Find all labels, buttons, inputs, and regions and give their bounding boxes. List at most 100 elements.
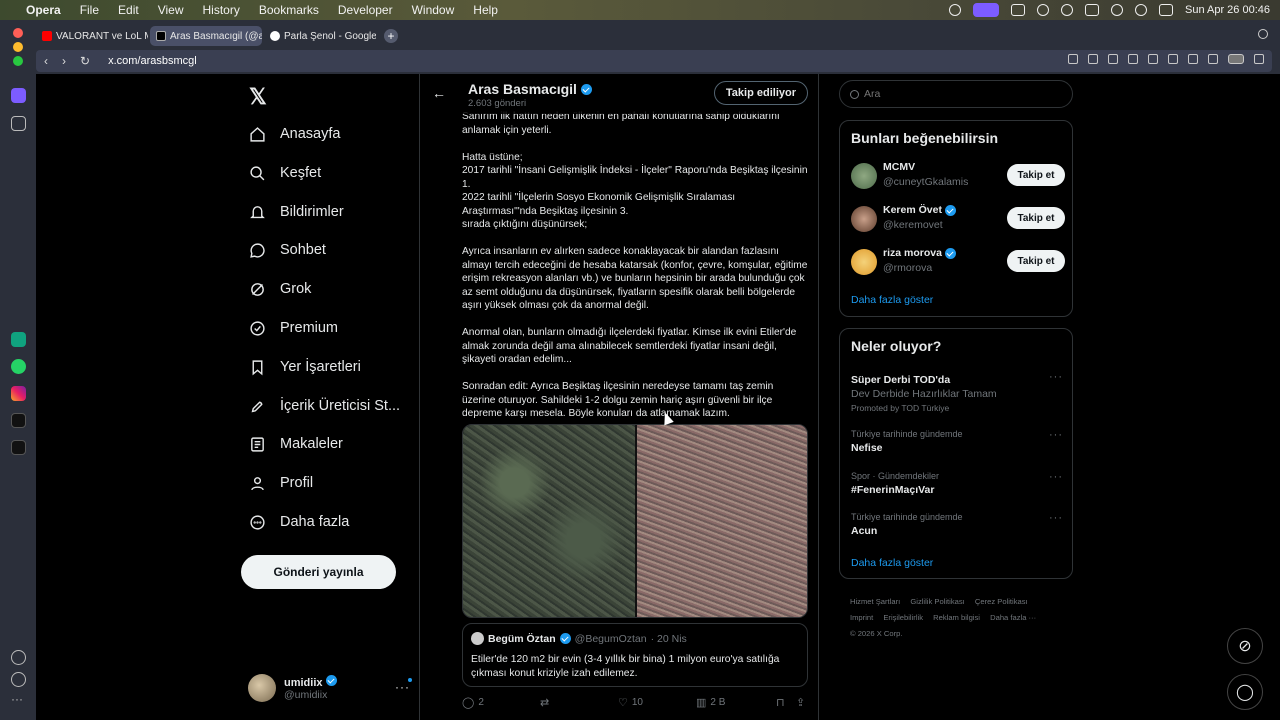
nav-profile[interactable]: Profil: [248, 465, 313, 501]
satellite-image-left[interactable]: [463, 425, 635, 617]
zoom-window-button[interactable]: [13, 56, 23, 66]
heart-icon[interactable]: [11, 650, 26, 665]
download-icon[interactable]: [1188, 54, 1198, 64]
search-input[interactable]: [864, 88, 1044, 100]
menu-bookmarks[interactable]: Bookmarks: [259, 3, 319, 17]
menu-view[interactable]: View: [158, 3, 184, 17]
back-icon[interactable]: ‹: [44, 54, 48, 68]
menu-window[interactable]: Window: [412, 3, 455, 17]
tab-valorant[interactable]: VALORANT ve LoL Milli T: [36, 26, 148, 46]
cube-icon[interactable]: [1254, 54, 1264, 64]
edit-icon[interactable]: [1068, 54, 1078, 64]
nav-more[interactable]: Daha fazla: [248, 504, 349, 540]
bookmark-button[interactable]: ⊓: [776, 696, 785, 709]
status-icon[interactable]: [1036, 4, 1049, 16]
show-more-link[interactable]: Daha fazla göster: [851, 294, 933, 306]
forward-icon[interactable]: ›: [62, 54, 66, 68]
player-icon[interactable]: [1148, 54, 1158, 64]
url-text[interactable]: x.com/arasbsmcgl: [108, 55, 197, 67]
more-icon[interactable]: ···: [395, 680, 410, 694]
whatsapp-icon[interactable]: [11, 359, 26, 374]
history-icon[interactable]: [11, 672, 26, 687]
menubar-clock[interactable]: Sun Apr 26 00:46: [1185, 4, 1270, 16]
reload-icon[interactable]: ↻: [80, 54, 90, 68]
address-bar[interactable]: ‹ › ↻ x.com/arasbsmcgl: [36, 50, 1272, 72]
following-button[interactable]: Takip ediliyor: [713, 81, 808, 105]
follow-button[interactable]: Takip et: [1007, 164, 1065, 186]
status-icon[interactable]: [1010, 4, 1025, 16]
nav-grok[interactable]: Grok: [248, 271, 311, 307]
back-arrow-icon[interactable]: ←: [432, 85, 446, 101]
search-box[interactable]: [839, 80, 1073, 108]
shield-icon[interactable]: [1108, 54, 1118, 64]
post-button[interactable]: Gönderi yayınla: [241, 555, 396, 589]
menu-developer[interactable]: Developer: [338, 3, 393, 17]
account-switcher[interactable]: umidiix @umidiix ···: [248, 674, 418, 702]
menu-icon[interactable]: [1208, 54, 1218, 64]
home-icon[interactable]: [11, 88, 26, 103]
menu-file[interactable]: File: [80, 3, 99, 17]
star-icon[interactable]: [11, 116, 26, 131]
follow-button[interactable]: Takip et: [1007, 207, 1065, 229]
more-icon[interactable]: ···: [1049, 429, 1063, 441]
wifi-icon[interactable]: [1110, 4, 1123, 16]
more-icon[interactable]: ···: [11, 693, 26, 709]
instagram-icon[interactable]: [11, 386, 26, 401]
grok-float-button[interactable]: ⊘: [1227, 628, 1263, 664]
trend-item[interactable]: Türkiye tarihinde gündemde Acun ···: [851, 512, 1063, 537]
control-center-icon[interactable]: [1158, 4, 1173, 16]
profile-icon[interactable]: [1228, 54, 1244, 64]
menu-history[interactable]: History: [203, 3, 240, 17]
heart-icon[interactable]: [1168, 54, 1178, 64]
footer-link[interactable]: Gizlilik Politikası: [910, 597, 964, 606]
nav-creator-studio[interactable]: İçerik Üreticisi St...: [248, 388, 400, 424]
close-window-button[interactable]: [13, 28, 23, 38]
new-tab-button[interactable]: +: [384, 29, 398, 43]
footer-link[interactable]: Reklam bilgisi: [933, 613, 980, 622]
tab-aras[interactable]: Aras Basmacıgil (@arasb: [150, 26, 262, 46]
footer-link[interactable]: Erişilebilirlik: [883, 613, 923, 622]
minimize-window-button[interactable]: [13, 42, 23, 52]
tiktok-icon[interactable]: [11, 413, 26, 428]
battery-icon[interactable]: [1084, 4, 1099, 16]
show-more-link[interactable]: Daha fazla göster: [851, 557, 933, 569]
trend-item[interactable]: Spor · Gündemdekiler #FenerinMaçıVar ···: [851, 471, 1063, 496]
status-icon[interactable]: [948, 4, 961, 16]
nav-chat[interactable]: Sohbet: [248, 232, 326, 268]
x-logo-icon[interactable]: 𝕏: [249, 84, 267, 110]
more-icon[interactable]: ···: [1049, 471, 1063, 483]
menu-edit[interactable]: Edit: [118, 3, 139, 17]
menu-help[interactable]: Help: [473, 3, 498, 17]
footer-link[interactable]: Daha fazla ···: [990, 613, 1036, 622]
views-button[interactable]: ▥ 2 B: [696, 696, 725, 709]
camera-icon[interactable]: [1088, 54, 1098, 64]
trend-item[interactable]: Türkiye tarihinde gündemde Nefise ···: [851, 429, 1063, 454]
tweet-media[interactable]: [462, 424, 808, 618]
x-sidebar-icon[interactable]: [11, 440, 26, 455]
tab-parla[interactable]: Parla Şenol - Google'da: [264, 26, 376, 46]
quoted-tweet[interactable]: Begüm Öztan @BegumOztan · 20 Nis Etiler'…: [462, 623, 808, 687]
trend-item[interactable]: Süper Derbi TOD'da Dev Derbide Hazırlıkl…: [851, 371, 1063, 413]
nav-premium[interactable]: Premium: [248, 310, 338, 346]
nav-bookmarks[interactable]: Yer İşaretleri: [248, 349, 361, 385]
like-button[interactable]: ♡ 10: [618, 696, 643, 709]
footer-link[interactable]: Hizmet Şartları: [850, 597, 900, 606]
suggestion-item[interactable]: Kerem Övet @keremovet Takip et: [851, 204, 1065, 234]
more-icon[interactable]: ···: [1049, 512, 1063, 524]
nav-home[interactable]: Anasayfa: [248, 116, 340, 152]
chatgpt-icon[interactable]: [11, 332, 26, 347]
suggestion-item[interactable]: riza morova @rmorova Takip et: [851, 247, 1065, 277]
reply-button[interactable]: ◯ 2: [462, 696, 484, 709]
play-icon[interactable]: [1060, 4, 1073, 16]
follow-button[interactable]: Takip et: [1007, 250, 1065, 272]
footer-link[interactable]: Imprint: [850, 613, 873, 622]
repost-button[interactable]: ⇄: [540, 696, 549, 709]
nav-explore[interactable]: Keşfet: [248, 155, 321, 191]
suggestion-item[interactable]: MCMV @cuneytGkalamis Takip et: [851, 161, 1065, 191]
nav-articles[interactable]: Makaleler: [248, 426, 343, 462]
screen-record-icon[interactable]: [972, 3, 999, 17]
footer-link[interactable]: Çerez Politikası: [975, 597, 1028, 606]
satellite-image-right[interactable]: [635, 425, 807, 617]
more-icon[interactable]: ···: [1049, 371, 1063, 383]
tab-search-icon[interactable]: [1258, 29, 1268, 39]
